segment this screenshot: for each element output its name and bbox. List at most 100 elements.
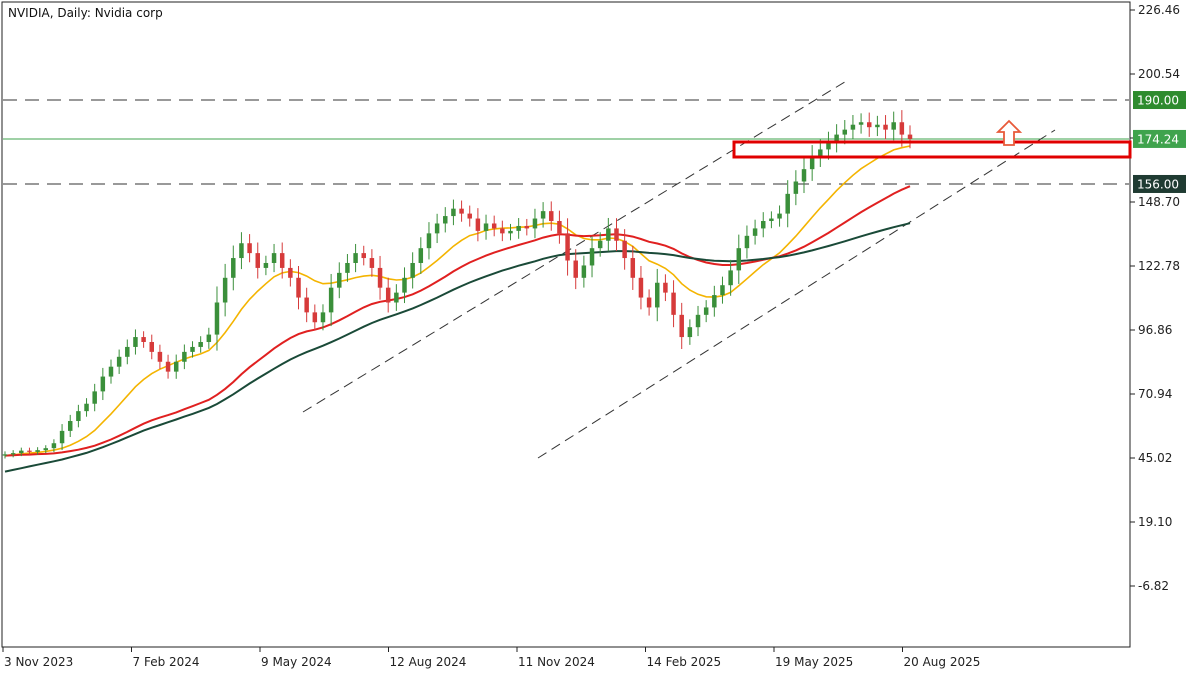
candle-body [703,307,709,315]
candle-body [353,253,358,263]
candle-body [443,216,448,224]
candle-body [614,228,619,241]
candle-body [418,248,424,263]
candle-body [728,270,733,286]
candle-body [451,208,456,217]
candle-body [108,366,114,377]
level-tag-label: 190.00 [1137,94,1179,108]
candle-body [190,346,195,352]
candle-body [622,240,627,259]
candle-body [907,134,913,139]
candle-body [646,297,652,308]
candle-body [402,277,407,293]
candle-body [736,248,742,271]
candle-body [671,292,676,315]
candle-body [475,218,481,231]
candle-body [655,282,660,308]
y-tick-label: 226.46 [1138,3,1180,17]
x-tick-label: 9 May 2024 [261,655,332,669]
candle-body [883,124,888,130]
candle-body [630,258,636,278]
candle-body [206,334,212,342]
candle-body [581,265,587,278]
candle-body [483,223,489,231]
candle-body [858,122,864,125]
candle-body [312,312,318,323]
chart-frame [1,1,1131,648]
candle-body [785,193,790,214]
candle-body [304,297,309,313]
candle-body [141,337,146,342]
candle-body [899,122,905,135]
candle-body [744,235,750,249]
candle-body [320,312,326,323]
candle-body [76,411,81,422]
candle-body [761,221,766,229]
candle-body [173,361,179,372]
candle-body [157,351,163,362]
candle-body [133,337,138,347]
chart-title: NVIDIA, Daily: Nvidia corp [8,6,163,20]
candle-body [165,361,171,372]
candle-body [279,253,285,268]
candle-body [769,218,774,222]
candle-body [100,376,106,392]
candle-body [10,453,16,455]
candle-body [361,253,366,259]
candle-body [247,243,252,254]
candle-body [2,454,8,456]
candle-body [532,218,538,229]
candle-body [239,243,244,259]
candle-body [19,450,24,454]
candle-body [842,129,848,135]
candle-body [875,124,880,128]
candle-body [394,292,399,303]
candle-body [866,122,872,128]
candle-body [679,314,684,338]
candle-body [328,287,334,313]
x-tick-label: 14 Feb 2025 [647,655,722,669]
candle-body [377,267,383,288]
y-tick-label: -6.82 [1138,579,1169,593]
y-tick-label: 70.94 [1138,387,1172,401]
candle-body [116,356,122,367]
candle-body [59,430,65,444]
y-tick-label: 19.10 [1138,515,1172,529]
candle-body [467,213,472,219]
candle-body [51,443,57,449]
candle-body [720,285,725,296]
candle-body [793,181,799,194]
y-tick-label: 200.54 [1138,67,1180,81]
candle-body [222,277,228,303]
y-tick-label: 96.86 [1138,323,1172,337]
candle-body [255,253,260,268]
candle-body [35,450,40,452]
candle-body [84,403,89,412]
candle-body [695,314,701,328]
candle-body [891,122,896,130]
x-tick-label: 3 Nov 2023 [4,655,73,669]
candle-body [434,223,440,234]
candle-body [43,448,49,451]
candle-body [271,253,277,263]
level-tag-label: 174.24 [1137,132,1179,146]
candle-body [198,342,203,347]
candle-body [565,233,570,261]
price-chart[interactable]: NVIDIA, Daily: Nvidia corp 226.46 200.54 1… [0,0,1200,675]
candle-body [214,302,220,335]
chart-canvas[interactable]: NVIDIA, Daily: Nvidia corp 226.46 200.54 1… [0,0,1200,675]
candle-body [557,221,562,234]
candle-body [491,223,497,229]
candle-body [638,277,644,298]
candle-body [263,262,269,268]
candle-body [809,156,815,170]
candle-body [296,277,301,298]
candle-body [712,295,717,308]
candle-body [385,287,391,303]
candle-body [345,262,350,273]
candle-body [687,327,693,338]
candle-body [67,421,73,431]
x-tick-label: 20 Aug 2025 [904,655,981,669]
candle-body [524,225,530,229]
candle-body [288,267,293,278]
